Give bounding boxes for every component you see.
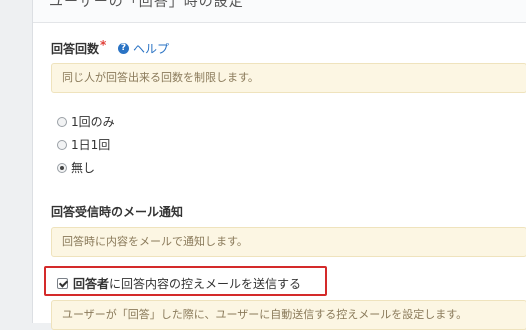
- panel-title: ユーザーの「回答」時の設定: [49, 0, 244, 10]
- help-link[interactable]: ? ヘルプ: [118, 40, 169, 57]
- panel-header: ユーザーの「回答」時の設定: [33, 0, 526, 23]
- answer-count-note: 同じ人が回答出来る回数を制限します。: [51, 63, 526, 93]
- send-copy-checkbox-row[interactable]: 回答者 に回答内容の控えメールを送信する: [57, 275, 301, 292]
- mail-notify-note: 回答時に内容をメールで通知します。: [51, 227, 526, 257]
- checkbox-label-bold: 回答者: [73, 277, 110, 291]
- radio-unlimited[interactable]: 無し: [57, 159, 95, 176]
- radio-once[interactable]: 1回のみ: [57, 113, 115, 130]
- radio-unlimited-label: 無し: [71, 161, 96, 175]
- radio-button[interactable]: [57, 116, 67, 127]
- radio-button-checked[interactable]: [57, 162, 67, 173]
- question-circle-icon: ?: [118, 43, 129, 54]
- checkbox-label-rest: に回答内容の控えメールを送信する: [109, 277, 302, 291]
- radio-once-per-day-label: 1日1回: [71, 138, 111, 152]
- settings-panel: ユーザーの「回答」時の設定 回答回数* ? ヘルプ 同じ人が回答出来る回数を制限…: [32, 0, 526, 330]
- mail-notify-label: 回答受信時のメール通知: [51, 205, 184, 219]
- radio-once-label: 1回のみ: [71, 115, 115, 129]
- radio-once-per-day[interactable]: 1日1回: [57, 136, 110, 153]
- radio-button[interactable]: [57, 139, 67, 150]
- answer-count-label-text: 回答回数: [51, 42, 100, 56]
- required-mark: *: [100, 38, 107, 52]
- auto-reply-note: ユーザーが「回答」した際に、ユーザーに自動送信する控えメールを設定します。: [51, 300, 526, 330]
- answer-count-label: 回答回数*: [51, 38, 107, 57]
- help-link-label: ヘルプ: [133, 42, 170, 56]
- send-copy-checkbox[interactable]: [57, 278, 68, 289]
